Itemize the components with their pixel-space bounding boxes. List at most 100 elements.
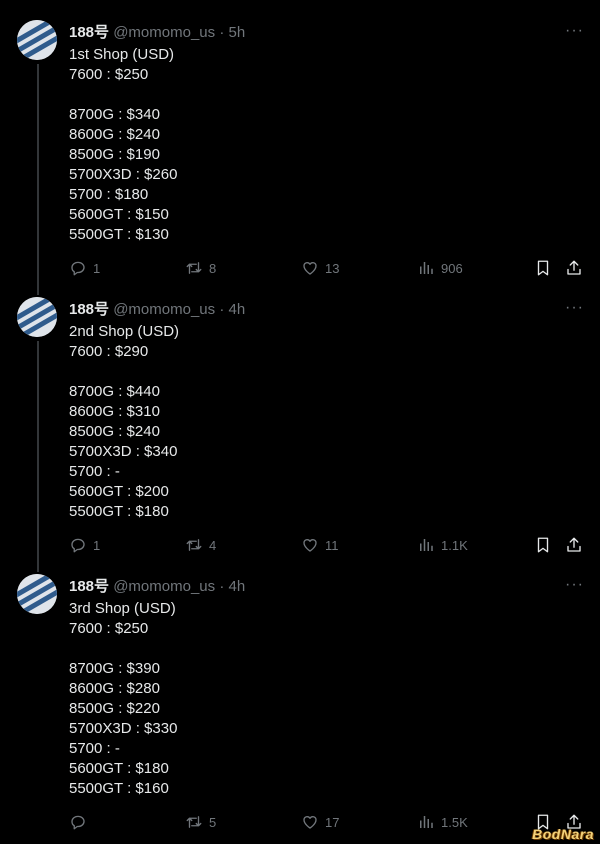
thread-line [37, 64, 39, 277]
tweet[interactable]: 188号 @momomo_us · 4h ··· 2nd Shop (USD) 760… [0, 277, 600, 554]
share-button[interactable] [565, 258, 583, 278]
reply-button[interactable]: 1 [69, 535, 100, 555]
thread-line [37, 554, 39, 572]
like-icon [301, 536, 319, 554]
separator-dot: · [219, 24, 225, 41]
timestamp[interactable]: 5h [228, 24, 245, 41]
tweet-text-line: 5600GT : $200 [69, 483, 169, 500]
tweet[interactable]: 188号 @momomo_us · 5h ··· 1st Shop (USD) 760… [0, 0, 600, 277]
reply-button[interactable] [69, 812, 93, 832]
action-bar: 1 4 11 1.1K [69, 535, 584, 555]
avatar[interactable] [17, 574, 57, 614]
repost-icon [185, 536, 203, 554]
like-button[interactable]: 11 [301, 535, 339, 555]
tweet-text-line: 8600G : $240 [69, 126, 160, 143]
tweet-text-line: 5700 : - [69, 463, 120, 480]
bookmark-icon [534, 259, 552, 277]
repost-button[interactable]: 5 [185, 812, 216, 832]
repost-count: 5 [209, 814, 217, 830]
repost-icon [185, 813, 203, 831]
like-button[interactable]: 13 [301, 258, 339, 278]
tweet-text-line: 5500GT : $160 [69, 780, 169, 797]
repost-icon [185, 259, 203, 277]
tweet-text-line: 5700X3D : $260 [69, 166, 178, 183]
bookmark-icon [534, 536, 552, 554]
more-options-icon[interactable]: ··· [565, 576, 584, 594]
tweet-text: 2nd Shop (USD) 7600 : $290 8700G : $440 860… [69, 322, 179, 522]
tweet-text-line: 5500GT : $130 [69, 226, 169, 243]
tweet-text-line [69, 362, 179, 382]
more-options-icon[interactable]: ··· [565, 22, 584, 40]
tweet-text-line: 8500G : $190 [69, 146, 160, 163]
timestamp[interactable]: 4h [228, 301, 245, 318]
share-icon [565, 536, 583, 554]
display-name[interactable]: 188号 [69, 578, 109, 595]
tweet-text-line: 5600GT : $150 [69, 206, 169, 223]
tweet-text-line: 5700 : - [69, 740, 120, 757]
display-name[interactable]: 188号 [69, 24, 109, 41]
reply-count: 1 [93, 537, 101, 553]
reply-icon [69, 536, 87, 554]
watermark-logo: BodNara [532, 826, 594, 842]
like-count: 11 [325, 537, 339, 553]
action-bar: 1 8 13 906 [69, 258, 584, 278]
tweet-text-line: 3rd Shop (USD) [69, 600, 176, 617]
display-name[interactable]: 188号 [69, 301, 109, 318]
reply-button[interactable]: 1 [69, 258, 100, 278]
separator-dot: · [219, 578, 225, 595]
thread-line [37, 341, 39, 554]
tweet-text-line: 8500G : $240 [69, 423, 160, 440]
timestamp[interactable]: 4h [228, 578, 245, 595]
reply-icon [69, 259, 87, 277]
like-icon [301, 813, 319, 831]
tweet-text-line: 8700G : $390 [69, 660, 160, 677]
tweet-text-line: 7600 : $250 [69, 66, 149, 83]
tweet-text-line: 8600G : $280 [69, 680, 160, 697]
username[interactable]: @momomo_us [113, 301, 215, 318]
tweet-header: 188号 @momomo_us · 4h [69, 301, 245, 319]
tweet-text-line [69, 85, 177, 105]
tweet-text-line: 2nd Shop (USD) [69, 323, 180, 340]
views-button[interactable]: 906 [417, 258, 463, 278]
tweet-text-line: 1st Shop (USD) [69, 46, 175, 63]
views-button[interactable]: 1.5K [417, 812, 468, 832]
tweet-text-line: 8700G : $440 [69, 383, 160, 400]
repost-count: 4 [209, 537, 217, 553]
tweet-text-line: 8600G : $310 [69, 403, 160, 420]
tweet-header: 188号 @momomo_us · 4h [69, 578, 245, 596]
separator-dot: · [219, 301, 225, 318]
tweet-text-line: 5700X3D : $340 [69, 443, 178, 460]
tweet-text: 1st Shop (USD) 7600 : $250 8700G : $340 860… [69, 45, 177, 245]
views-count: 1.1K [441, 537, 468, 553]
share-button[interactable] [565, 535, 583, 555]
tweet-text-line: 5700X3D : $330 [69, 720, 178, 737]
repost-button[interactable]: 8 [185, 258, 216, 278]
like-count: 17 [325, 814, 340, 830]
avatar[interactable] [17, 297, 57, 337]
bookmark-button[interactable] [534, 258, 552, 278]
views-button[interactable]: 1.1K [417, 535, 468, 555]
thread-line [37, 277, 39, 295]
like-icon [301, 259, 319, 277]
tweet[interactable]: 188号 @momomo_us · 4h ··· 3rd Shop (USD) 760… [0, 554, 600, 831]
views-icon [417, 259, 435, 277]
tweet-header: 188号 @momomo_us · 5h [69, 24, 245, 42]
like-button[interactable]: 17 [301, 812, 339, 832]
avatar[interactable] [17, 20, 57, 60]
tweet-text-line: 7600 : $250 [69, 620, 149, 637]
username[interactable]: @momomo_us [113, 24, 215, 41]
tweet-text-line: 5600GT : $180 [69, 760, 169, 777]
username[interactable]: @momomo_us [113, 578, 215, 595]
tweet-text-line: 7600 : $290 [69, 343, 149, 360]
views-count: 906 [441, 260, 463, 276]
repost-button[interactable]: 4 [185, 535, 216, 555]
tweet-text: 3rd Shop (USD) 7600 : $250 8700G : $390 860… [69, 599, 177, 799]
repost-count: 8 [209, 260, 217, 276]
like-count: 13 [325, 260, 340, 276]
tweet-text-line: 8500G : $220 [69, 700, 160, 717]
more-options-icon[interactable]: ··· [565, 299, 584, 317]
views-count: 1.5K [441, 814, 468, 830]
tweet-text-line: 5700 : $180 [69, 186, 149, 203]
views-icon [417, 813, 435, 831]
bookmark-button[interactable] [534, 535, 552, 555]
